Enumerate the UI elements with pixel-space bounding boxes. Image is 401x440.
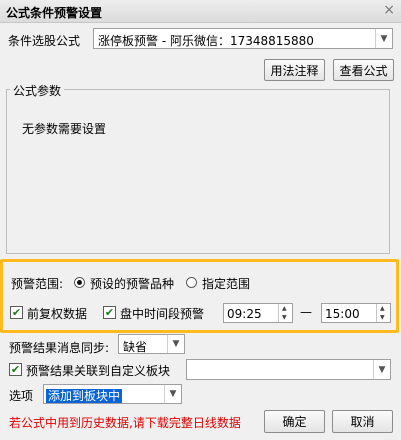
no-params-text: 无参数需要设置 xyxy=(22,122,107,136)
formula-select-value: 涨停板预警 - 阿乐微信：17348815880 xyxy=(98,34,314,48)
ok-button[interactable]: 确定 xyxy=(264,410,325,433)
title-bar: 公式条件预警设置 × xyxy=(0,0,401,23)
range-custom-radio[interactable] xyxy=(186,277,197,288)
cancel-button[interactable]: 取消 xyxy=(332,410,393,433)
range-preset-radio[interactable] xyxy=(74,277,85,288)
view-formula-button[interactable]: 查看公式 xyxy=(333,59,394,81)
end-time-value: 15:00 xyxy=(325,307,360,321)
chevron-down-icon[interactable]: ▼ xyxy=(164,385,181,403)
sync-select[interactable]: 缺省 ▼ xyxy=(118,334,185,354)
window-title: 公式条件预警设置 xyxy=(6,6,103,20)
sync-label: 预警结果消息同步: xyxy=(9,341,110,355)
spin-down-icon[interactable]: ▼ xyxy=(282,314,287,321)
formula-params-legend: 公式参数 xyxy=(10,82,65,99)
timed-alert-checkbox[interactable]: ✔ xyxy=(103,306,116,319)
range-custom-label[interactable]: 指定范围 xyxy=(202,275,250,292)
chevron-down-icon[interactable]: ▼ xyxy=(375,29,392,48)
spin-up-icon[interactable]: ▲ xyxy=(380,305,385,312)
sync-select-value: 缺省 xyxy=(123,340,148,354)
range-preset-label[interactable]: 预设的预警品种 xyxy=(90,275,174,292)
end-time-input[interactable]: 15:00 ▲ ▼ xyxy=(321,303,391,323)
option-selected-text: 添加到板块中 xyxy=(46,389,123,403)
adjusted-data-label: 前复权数据 xyxy=(27,307,88,321)
timed-alert-label: 盘中时间段预警 xyxy=(120,307,205,321)
formula-params-group xyxy=(6,89,390,254)
option-select-value: 添加到板块中 xyxy=(46,387,123,404)
range-label: 预警范围: xyxy=(11,277,64,291)
link-block-checkbox[interactable]: ✔ xyxy=(9,363,22,376)
start-time-stepper[interactable]: ▲ ▼ xyxy=(278,304,292,322)
adjusted-data-checkbox[interactable]: ✔ xyxy=(10,306,23,319)
end-time-stepper[interactable]: ▲ ▼ xyxy=(376,304,390,322)
history-data-warning: 若公式中用到历史数据,请下载完整日线数据 xyxy=(9,416,241,430)
option-select[interactable]: 添加到板块中 ▼ xyxy=(43,384,182,404)
chevron-down-icon[interactable]: ▼ xyxy=(373,360,390,379)
spin-down-icon[interactable]: ▼ xyxy=(380,314,385,321)
link-block-select[interactable]: ▼ xyxy=(186,359,391,380)
option-label: 选项 xyxy=(9,389,34,403)
usage-notes-button[interactable]: 用法注释 xyxy=(264,59,325,81)
start-time-value: 09:25 xyxy=(227,307,262,321)
spin-up-icon[interactable]: ▲ xyxy=(282,305,287,312)
chevron-down-icon[interactable]: ▼ xyxy=(167,335,184,353)
formula-label: 条件选股公式 xyxy=(8,34,81,48)
link-block-label: 预警结果关联到自定义板块 xyxy=(26,364,171,378)
formula-select[interactable]: 涨停板预警 - 阿乐微信：17348815880 ▼ xyxy=(93,28,393,49)
close-icon[interactable]: × xyxy=(383,2,395,18)
time-range-dash: — xyxy=(300,305,312,319)
start-time-input[interactable]: 09:25 ▲ ▼ xyxy=(223,303,293,323)
